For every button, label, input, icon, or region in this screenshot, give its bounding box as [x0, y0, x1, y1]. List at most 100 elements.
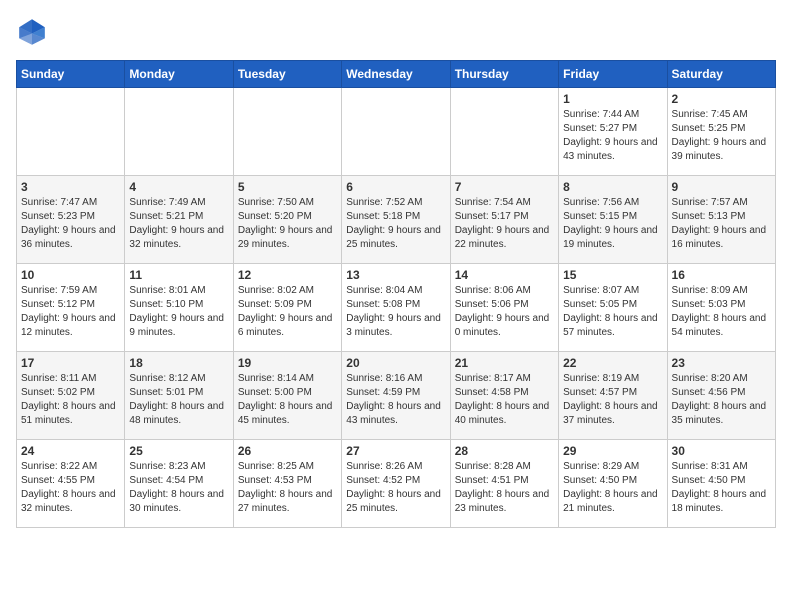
day-info: Sunrise: 7:56 AM Sunset: 5:15 PM Dayligh… [563, 196, 662, 252]
day-info: Sunrise: 8:07 AM Sunset: 5:05 PM Dayligh… [563, 284, 662, 340]
day-number: 14 [455, 268, 554, 282]
calendar-cell: 4Sunrise: 7:49 AM Sunset: 5:21 PM Daylig… [125, 176, 233, 264]
day-number: 17 [21, 356, 120, 370]
day-header-tuesday: Tuesday [233, 61, 341, 88]
calendar-cell: 20Sunrise: 8:16 AM Sunset: 4:59 PM Dayli… [342, 352, 450, 440]
day-info: Sunrise: 7:50 AM Sunset: 5:20 PM Dayligh… [238, 196, 337, 252]
calendar-cell [450, 88, 558, 176]
calendar-cell: 29 Sunrise: 8:29 AM Sunset: 4:50 PM Dayli… [559, 440, 667, 528]
day-info: Sunrise: 7:54 AM Sunset: 5:17 PM Dayligh… [455, 196, 554, 252]
calendar-table: SundayMondayTuesdayWednesdayThursdayFrid… [16, 60, 776, 528]
calendar-cell [233, 88, 341, 176]
day-number: 13 [346, 268, 445, 282]
day-info: Sunrise: 8:16 AM Sunset: 4:59 PM Dayligh… [346, 372, 445, 428]
day-info: Sunrise: 8:23 AM Sunset: 4:54 PM Dayligh… [129, 460, 228, 516]
day-number: 4 [129, 180, 228, 194]
day-info: Sunrise: 8:11 AM Sunset: 5:02 PM Dayligh… [21, 372, 120, 428]
day-info: Sunrise: 7:52 AM Sunset: 5:18 PM Dayligh… [346, 196, 445, 252]
calendar-cell [342, 88, 450, 176]
day-number: 8 [563, 180, 662, 194]
calendar-cell: 17 Sunrise: 8:11 AM Sunset: 5:02 PM Dayli… [17, 352, 125, 440]
day-number: 3 [21, 180, 120, 194]
calendar-cell: 27 Sunrise: 8:26 AM Sunset: 4:52 PM Dayli… [342, 440, 450, 528]
calendar-cell: 10 Sunrise: 7:59 AM Sunset: 5:12 PM Dayli… [17, 264, 125, 352]
day-number: 7 [455, 180, 554, 194]
day-info: Sunrise: 8:25 AM Sunset: 4:53 PM Dayligh… [238, 460, 337, 516]
day-info: Sunrise: 8:29 AM Sunset: 4:50 PM Dayligh… [563, 460, 662, 516]
day-number: 24 [21, 444, 120, 458]
week-row-1: 1Sunrise: 7:44 AM Sunset: 5:27 PM Daylig… [17, 88, 776, 176]
day-number: 22 [563, 356, 662, 370]
day-info: Sunrise: 7:59 AM Sunset: 5:12 PM Dayligh… [21, 284, 120, 340]
day-info: Sunrise: 8:19 AM Sunset: 4:57 PM Dayligh… [563, 372, 662, 428]
page-header [16, 16, 776, 48]
day-info: Sunrise: 8:14 AM Sunset: 5:00 PM Dayligh… [238, 372, 337, 428]
day-number: 21 [455, 356, 554, 370]
logo [16, 16, 52, 48]
calendar-cell: 5 Sunrise: 7:50 AM Sunset: 5:20 PM Daylig… [233, 176, 341, 264]
calendar-cell: 24Sunrise: 8:22 AM Sunset: 4:55 PM Dayli… [17, 440, 125, 528]
day-number: 2 [672, 92, 771, 106]
calendar-cell: 25 Sunrise: 8:23 AM Sunset: 4:54 PM Dayli… [125, 440, 233, 528]
calendar-cell: 2 Sunrise: 7:45 AM Sunset: 5:25 PM Daylig… [667, 88, 775, 176]
day-info: Sunrise: 7:45 AM Sunset: 5:25 PM Dayligh… [672, 108, 771, 164]
day-number: 9 [672, 180, 771, 194]
calendar-cell: 12 Sunrise: 8:02 AM Sunset: 5:09 PM Dayli… [233, 264, 341, 352]
calendar-cell: 26 Sunrise: 8:25 AM Sunset: 4:53 PM Dayli… [233, 440, 341, 528]
day-number: 12 [238, 268, 337, 282]
calendar-cell: 28Sunrise: 8:28 AM Sunset: 4:51 PM Dayli… [450, 440, 558, 528]
day-info: Sunrise: 8:04 AM Sunset: 5:08 PM Dayligh… [346, 284, 445, 340]
day-number: 29 [563, 444, 662, 458]
calendar-cell: 19 Sunrise: 8:14 AM Sunset: 5:00 PM Dayli… [233, 352, 341, 440]
day-number: 27 [346, 444, 445, 458]
week-row-4: 17 Sunrise: 8:11 AM Sunset: 5:02 PM Dayli… [17, 352, 776, 440]
day-number: 26 [238, 444, 337, 458]
day-info: Sunrise: 8:31 AM Sunset: 4:50 PM Dayligh… [672, 460, 771, 516]
day-header-wednesday: Wednesday [342, 61, 450, 88]
calendar-cell: 8 Sunrise: 7:56 AM Sunset: 5:15 PM Daylig… [559, 176, 667, 264]
calendar-cell: 1Sunrise: 7:44 AM Sunset: 5:27 PM Daylig… [559, 88, 667, 176]
week-row-5: 24Sunrise: 8:22 AM Sunset: 4:55 PM Dayli… [17, 440, 776, 528]
calendar-cell: 16 Sunrise: 8:09 AM Sunset: 5:03 PM Dayli… [667, 264, 775, 352]
day-number: 25 [129, 444, 228, 458]
logo-icon [16, 16, 48, 48]
calendar-cell: 21 Sunrise: 8:17 AM Sunset: 4:58 PM Dayli… [450, 352, 558, 440]
day-number: 15 [563, 268, 662, 282]
calendar-cell: 11Sunrise: 8:01 AM Sunset: 5:10 PM Dayli… [125, 264, 233, 352]
day-info: Sunrise: 8:12 AM Sunset: 5:01 PM Dayligh… [129, 372, 228, 428]
day-info: Sunrise: 8:01 AM Sunset: 5:10 PM Dayligh… [129, 284, 228, 340]
day-info: Sunrise: 8:09 AM Sunset: 5:03 PM Dayligh… [672, 284, 771, 340]
day-number: 10 [21, 268, 120, 282]
calendar-cell [125, 88, 233, 176]
day-number: 30 [672, 444, 771, 458]
day-number: 28 [455, 444, 554, 458]
calendar-cell: 13 Sunrise: 8:04 AM Sunset: 5:08 PM Dayli… [342, 264, 450, 352]
day-header-friday: Friday [559, 61, 667, 88]
day-number: 5 [238, 180, 337, 194]
day-header-monday: Monday [125, 61, 233, 88]
day-number: 16 [672, 268, 771, 282]
day-header-thursday: Thursday [450, 61, 558, 88]
calendar-cell: 9 Sunrise: 7:57 AM Sunset: 5:13 PM Daylig… [667, 176, 775, 264]
calendar-cell: 30 Sunrise: 8:31 AM Sunset: 4:50 PM Dayli… [667, 440, 775, 528]
day-header-saturday: Saturday [667, 61, 775, 88]
calendar-cell [17, 88, 125, 176]
day-number: 1 [563, 92, 662, 106]
day-info: Sunrise: 8:02 AM Sunset: 5:09 PM Dayligh… [238, 284, 337, 340]
day-header-sunday: Sunday [17, 61, 125, 88]
day-info: Sunrise: 8:20 AM Sunset: 4:56 PM Dayligh… [672, 372, 771, 428]
day-info: Sunrise: 8:26 AM Sunset: 4:52 PM Dayligh… [346, 460, 445, 516]
week-row-2: 3 Sunrise: 7:47 AM Sunset: 5:23 PM Daylig… [17, 176, 776, 264]
calendar-cell: 18Sunrise: 8:12 AM Sunset: 5:01 PM Dayli… [125, 352, 233, 440]
day-info: Sunrise: 8:17 AM Sunset: 4:58 PM Dayligh… [455, 372, 554, 428]
calendar-cell: 14 Sunrise: 8:06 AM Sunset: 5:06 PM Dayli… [450, 264, 558, 352]
week-row-3: 10 Sunrise: 7:59 AM Sunset: 5:12 PM Dayli… [17, 264, 776, 352]
day-number: 19 [238, 356, 337, 370]
day-info: Sunrise: 7:47 AM Sunset: 5:23 PM Dayligh… [21, 196, 120, 252]
day-number: 23 [672, 356, 771, 370]
calendar-cell: 3 Sunrise: 7:47 AM Sunset: 5:23 PM Daylig… [17, 176, 125, 264]
day-info: Sunrise: 8:06 AM Sunset: 5:06 PM Dayligh… [455, 284, 554, 340]
calendar-cell: 23 Sunrise: 8:20 AM Sunset: 4:56 PM Dayli… [667, 352, 775, 440]
day-info: Sunrise: 7:57 AM Sunset: 5:13 PM Dayligh… [672, 196, 771, 252]
calendar-cell: 15 Sunrise: 8:07 AM Sunset: 5:05 PM Dayli… [559, 264, 667, 352]
